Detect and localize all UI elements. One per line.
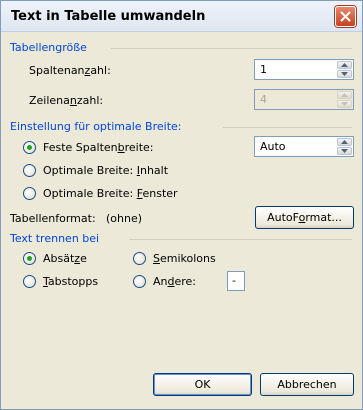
feste-spaltenbreite-spinner[interactable]: Auto <box>254 136 354 157</box>
arrow-down-icon <box>341 72 348 76</box>
radio-optimale-breite-inhalt[interactable] <box>23 164 36 177</box>
zeilenanzahl-label: Zeilenanzahl: <box>29 94 104 107</box>
radio-optimale-breite-fenster[interactable] <box>23 187 36 200</box>
spaltenanzahl-value[interactable]: 1 <box>260 63 267 76</box>
tabellenformat-value: (ohne) <box>106 212 143 225</box>
spin-up-button-disabled <box>337 91 352 99</box>
absaetze-label[interactable]: Absätze <box>43 252 87 265</box>
group-label-optimale-breite: Einstellung für optimale Breite: <box>10 120 182 133</box>
optimale-breite-inhalt-label[interactable]: Optimale Breite: Inhalt <box>43 164 168 177</box>
spaltenanzahl-label: Spaltenanzahl: <box>29 64 111 77</box>
tabellenformat-label: Tabellenformat: <box>10 212 96 225</box>
andere-label[interactable]: Andere: <box>153 275 196 288</box>
arrow-down-icon <box>341 149 348 153</box>
group-label-tabellengroesse: Tabellengröße <box>10 41 87 54</box>
spin-up-button[interactable] <box>337 61 352 69</box>
dialog-title: Text in Tabelle umwandeln <box>11 9 206 24</box>
radio-semikolons[interactable] <box>133 252 146 265</box>
spin-down-button-disabled <box>337 100 352 108</box>
ok-button[interactable]: OK <box>153 373 252 396</box>
arrow-up-icon <box>341 63 348 67</box>
optimale-breite-fenster-label[interactable]: Optimale Breite: Fenster <box>43 187 178 200</box>
spin-down-button[interactable] <box>337 70 352 78</box>
radio-feste-spaltenbreite[interactable] <box>23 141 36 154</box>
arrow-up-icon <box>341 140 348 144</box>
andere-input[interactable]: - <box>227 271 245 291</box>
group-divider <box>111 48 352 49</box>
radio-absaetze[interactable] <box>23 252 36 265</box>
group-divider <box>129 239 352 240</box>
feste-spaltenbreite-value[interactable]: Auto <box>260 140 286 153</box>
dialog-window: Text in Tabelle umwandeln Tabellengröße … <box>0 0 363 410</box>
title-bar[interactable]: Text in Tabelle umwandeln <box>1 1 362 32</box>
semikolons-label[interactable]: Semikolons <box>153 252 216 265</box>
feste-spaltenbreite-label[interactable]: Feste Spaltenbreite: <box>43 141 154 154</box>
tabstopps-label[interactable]: Tabstopps <box>43 275 98 288</box>
group-label-text-trennen: Text trennen bei <box>10 232 100 245</box>
radio-tabstopps[interactable] <box>23 275 36 288</box>
zeilenanzahl-value: 4 <box>260 93 267 106</box>
group-divider <box>223 127 352 128</box>
arrow-up-icon <box>341 93 348 97</box>
autoformat-button[interactable]: AutoFormat... <box>255 206 354 229</box>
spin-up-button[interactable] <box>337 138 352 146</box>
spaltenanzahl-spinner[interactable]: 1 <box>254 59 354 80</box>
arrow-down-icon <box>341 102 348 106</box>
spin-down-button[interactable] <box>337 147 352 155</box>
zeilenanzahl-spinner: 4 <box>254 89 354 110</box>
close-button[interactable] <box>335 6 356 27</box>
cancel-button[interactable]: Abbrechen <box>260 373 354 396</box>
radio-andere[interactable] <box>133 275 146 288</box>
